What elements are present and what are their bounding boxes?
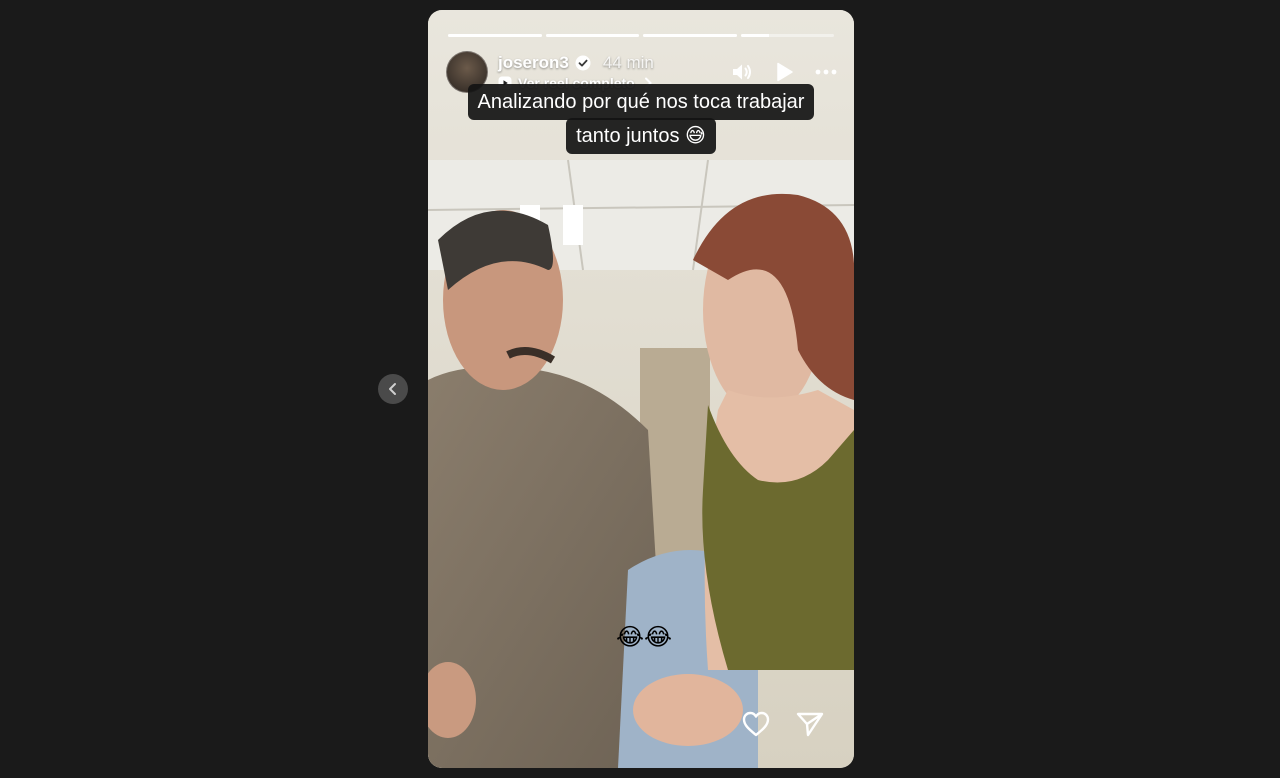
progress-segment bbox=[740, 34, 834, 37]
progress-fill bbox=[448, 34, 542, 37]
previous-story-button[interactable] bbox=[378, 374, 408, 404]
progress-segment bbox=[643, 34, 737, 37]
story-card[interactable]: joseron3 44 min Ver reel completo Analiz… bbox=[428, 10, 854, 768]
more-icon[interactable] bbox=[814, 60, 838, 84]
story-viewer: joseron3 44 min Ver reel completo Analiz… bbox=[0, 0, 1280, 778]
caption-line: tanto juntos 😅 bbox=[566, 118, 716, 154]
story-controls bbox=[730, 60, 838, 84]
story-time: 44 min bbox=[602, 53, 654, 72]
progress-fill bbox=[643, 34, 737, 37]
story-progress bbox=[448, 34, 834, 37]
progress-segment bbox=[545, 34, 639, 37]
chevron-left-icon bbox=[389, 383, 396, 395]
story-actions bbox=[740, 708, 826, 740]
heart-icon[interactable] bbox=[740, 708, 772, 740]
story-caption: Analizando por qué nos toca trabajar tan… bbox=[428, 84, 854, 154]
username[interactable]: joseron3 bbox=[498, 53, 569, 73]
progress-fill bbox=[740, 34, 769, 37]
play-icon[interactable] bbox=[772, 60, 796, 84]
speaker-icon[interactable] bbox=[730, 60, 754, 84]
progress-segment bbox=[448, 34, 542, 37]
emoji-sticker: 😂😂 bbox=[616, 624, 673, 651]
send-icon[interactable] bbox=[794, 708, 826, 740]
user-row: joseron3 44 min bbox=[498, 53, 655, 73]
progress-fill bbox=[545, 34, 639, 37]
verified-badge-icon bbox=[575, 55, 591, 71]
caption-line: Analizando por qué nos toca trabajar bbox=[467, 84, 815, 120]
